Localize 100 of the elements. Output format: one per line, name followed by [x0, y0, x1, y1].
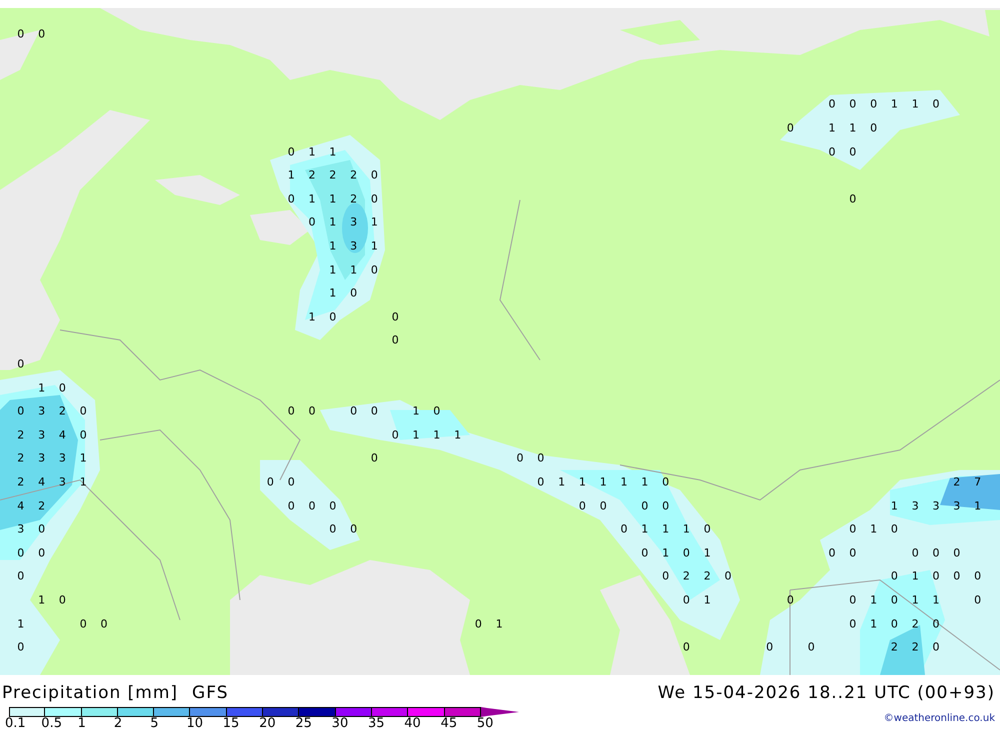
precipitation-value: 3 [953, 500, 960, 512]
precipitation-value: 3 [932, 500, 940, 512]
precipitation-value: 0 [682, 642, 690, 653]
precipitation-value: 0 [766, 642, 774, 653]
precipitation-value: 0 [786, 594, 794, 606]
precipitation-value: 0 [392, 334, 399, 346]
precipitation-value: 0 [828, 98, 836, 110]
precipitation-value: 0 [288, 406, 295, 417]
precipitation-value: 2 [704, 570, 711, 582]
precipitation-value: 2 [308, 170, 316, 181]
legend-label: 1 [78, 717, 86, 731]
precipitation-value: 0 [890, 570, 898, 582]
precipitation-value: 1 [662, 524, 670, 535]
precipitation-value: 2 [38, 500, 46, 512]
precipitation-value: 0 [17, 358, 24, 370]
precipitation-value: 1 [370, 240, 378, 252]
precipitation-value: 0 [662, 476, 670, 488]
precipitation-value: 1 [870, 594, 878, 606]
precipitation-value: 0 [849, 594, 856, 606]
precipitation-value: 2 [58, 406, 66, 417]
precipitation-value: 0 [288, 146, 295, 158]
precipitation-value: 0 [516, 452, 524, 464]
legend-label: 0.5 [41, 717, 62, 731]
precipitation-value: 1 [620, 476, 628, 488]
precipitation-value: 0 [932, 618, 940, 630]
legend-label: 5 [150, 717, 158, 731]
precipitation-value: 0 [704, 524, 711, 535]
model-name: GFS [192, 683, 228, 703]
precipitation-value: 0 [870, 122, 878, 134]
precipitation-value: 1 [682, 524, 690, 535]
precipitation-value: 1 [870, 618, 878, 630]
precipitation-value: 4 [58, 429, 66, 440]
precipitation-value: 0 [38, 524, 46, 535]
credit-link[interactable]: ©weatheronline.co.uk [884, 713, 995, 724]
precipitation-value: 0 [17, 28, 24, 40]
precipitation-value: 2 [953, 476, 960, 488]
precipitation-value: 0 [641, 500, 648, 512]
precipitation-value: 1 [641, 524, 648, 535]
precipitation-value: 1 [329, 288, 336, 299]
precipitation-value: 0 [370, 193, 378, 204]
precipitation-value: 0 [974, 594, 982, 606]
precipitation-value: 2 [17, 476, 24, 488]
precipitation-value: 1 [870, 524, 878, 535]
precipitation-value: 0 [912, 547, 919, 558]
precipitation-value: 0 [932, 98, 940, 110]
precipitation-value: 2 [350, 170, 358, 181]
precipitation-value: 1 [454, 429, 462, 440]
precipitation-value: 0 [100, 618, 108, 630]
legend-title: Precipitation [mm] [2, 683, 178, 703]
precipitation-value: 0 [890, 524, 898, 535]
precipitation-value: 0 [849, 524, 856, 535]
precipitation-value: 0 [828, 547, 836, 558]
precipitation-value: 0 [370, 406, 378, 417]
precipitation-value: 1 [662, 547, 670, 558]
precipitation-value: 0 [620, 524, 628, 535]
legend-label: 0.1 [5, 717, 26, 731]
precipitation-value: 0 [17, 406, 24, 417]
precipitation-value: 1 [890, 500, 898, 512]
precipitation-value: 1 [329, 146, 336, 158]
precipitation-value: 0 [17, 547, 24, 558]
precipitation-value: 0 [932, 547, 940, 558]
precipitation-value: 1 [288, 170, 295, 181]
precipitation-value: 1 [890, 98, 898, 110]
legend-label: 25 [295, 717, 312, 731]
precipitation-value: 0 [308, 406, 316, 417]
precipitation-value: 1 [704, 594, 711, 606]
precipitation-value: 0 [600, 500, 607, 512]
precipitation-value: 0 [953, 570, 960, 582]
precipitation-value: 2 [890, 642, 898, 653]
legend-label: 30 [332, 717, 348, 731]
legend-arrow-icon [480, 707, 519, 717]
precipitation-value: 0 [308, 216, 316, 228]
precipitation-value: 0 [433, 406, 440, 417]
precipitation-value: 0 [974, 570, 982, 582]
precipitation-value: 1 [308, 146, 316, 158]
legend-label: 35 [368, 717, 385, 731]
precipitation-value: 1 [496, 618, 503, 630]
precipitation-value: 0 [808, 642, 815, 653]
precipitation-value: 1 [912, 98, 919, 110]
precipitation-value: 1 [433, 429, 440, 440]
precipitation-value: 3 [38, 406, 46, 417]
precipitation-value: 4 [17, 500, 24, 512]
precipitation-value: 0 [288, 500, 295, 512]
precipitation-value: 1 [350, 264, 358, 276]
precipitation-value: 1 [412, 406, 420, 417]
precipitation-value: 1 [412, 429, 420, 440]
precipitation-value: 0 [849, 98, 856, 110]
precipitation-value: 0 [350, 406, 358, 417]
precipitation-value: 0 [266, 476, 274, 488]
precipitation-value: 0 [537, 452, 544, 464]
precipitation-value: 1 [370, 216, 378, 228]
precipitation-value: 0 [80, 429, 87, 440]
precipitation-value: 0 [932, 570, 940, 582]
precipitation-value: 0 [682, 594, 690, 606]
precipitation-value: 0 [662, 500, 670, 512]
precipitation-value: 0 [890, 594, 898, 606]
legend-label: 2 [114, 717, 122, 731]
precipitation-value: 3 [912, 500, 919, 512]
precipitation-value: 0 [641, 547, 648, 558]
precipitation-value: 1 [308, 193, 316, 204]
